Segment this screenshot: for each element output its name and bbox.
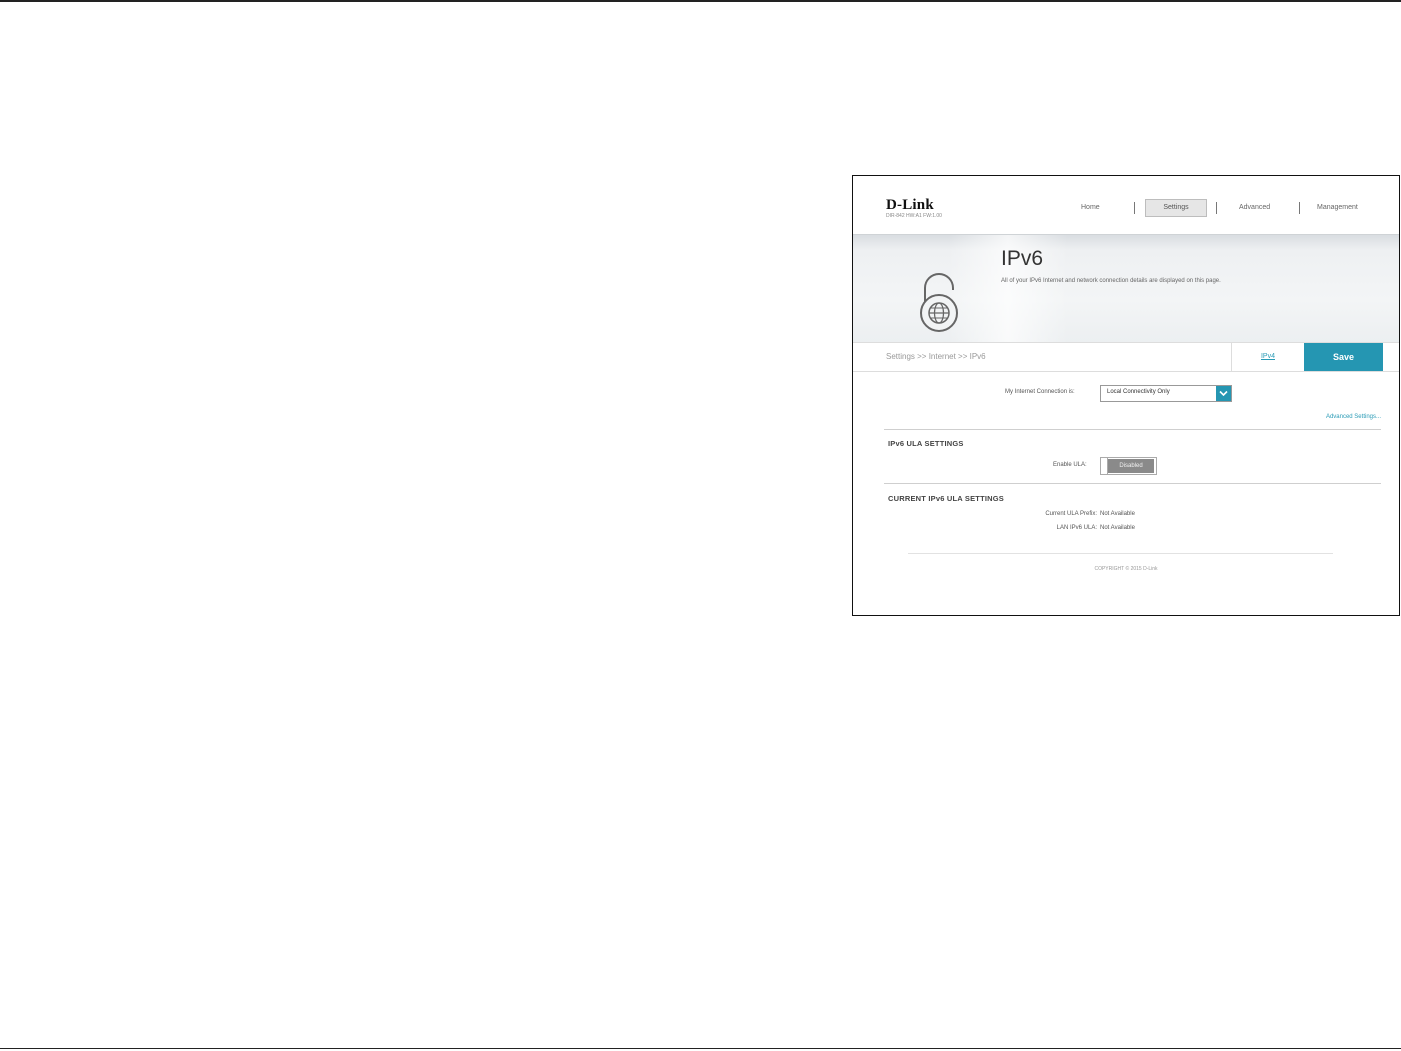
page-description: All of your IPv6 Internet and network co… <box>1001 278 1221 284</box>
connection-type-label: My Internet Connection is: <box>1005 389 1075 395</box>
save-button[interactable]: Save <box>1304 343 1383 371</box>
divider <box>884 483 1381 484</box>
lan-ipv6-ula-value: Not Available <box>1100 525 1135 531</box>
breadcrumb: Settings >> Internet >> IPv6 <box>886 352 986 361</box>
lock-globe-icon <box>920 273 958 332</box>
divider <box>884 429 1381 430</box>
toggle-state: Disabled <box>1108 459 1154 473</box>
current-ula-heading: CURRENT IPv6 ULA SETTINGS <box>888 494 1004 503</box>
enable-ula-label: Enable ULA: <box>1053 462 1087 468</box>
page-bottom-rule <box>0 1048 1401 1049</box>
ula-settings-heading: IPv6 ULA SETTINGS <box>888 439 964 448</box>
current-ula-prefix-label: Current ULA Prefix: <box>1045 511 1097 517</box>
nav-separator <box>1134 202 1135 214</box>
toggle-knob <box>1101 458 1108 474</box>
enable-ula-toggle[interactable]: Disabled <box>1100 457 1157 475</box>
breadcrumb-bar: Settings >> Internet >> IPv6 IPv4 Save <box>853 342 1399 372</box>
current-ula-prefix-value: Not Available <box>1100 511 1135 517</box>
chevron-down-icon[interactable] <box>1216 386 1231 401</box>
nav-advanced[interactable]: Advanced <box>1239 200 1270 216</box>
copyright-text: COPYRIGHT © 2015 D-Link <box>1094 566 1158 572</box>
connection-type-select[interactable]: Local Connectivity Only <box>1100 385 1232 402</box>
footer-divider <box>908 553 1333 554</box>
ipv4-link[interactable]: IPv4 <box>1231 343 1304 371</box>
connection-type-value: Local Connectivity Only <box>1107 389 1170 395</box>
dlink-logo: D-Link <box>886 197 934 213</box>
lan-ipv6-ula-label: LAN IPv6 ULA: <box>1056 525 1097 531</box>
top-header: D-Link DIR-842 HW:A1 FW:1.00 Home Settin… <box>853 176 1399 234</box>
nav-management[interactable]: Management <box>1317 200 1358 216</box>
page-title: IPv6 <box>1001 247 1044 270</box>
page-top-rule <box>0 0 1401 2</box>
advanced-settings-link[interactable]: Advanced Settings... <box>1326 414 1381 420</box>
nav-separator <box>1299 202 1300 214</box>
router-ui-screenshot: D-Link DIR-842 HW:A1 FW:1.00 Home Settin… <box>852 175 1400 616</box>
hero-banner: IPv6 All of your IPv6 Internet and netwo… <box>853 234 1399 343</box>
model-info: DIR-842 HW:A1 FW:1.00 <box>886 213 942 219</box>
nav-separator <box>1216 202 1217 214</box>
nav-settings[interactable]: Settings <box>1145 199 1207 217</box>
nav-home[interactable]: Home <box>1081 200 1100 216</box>
